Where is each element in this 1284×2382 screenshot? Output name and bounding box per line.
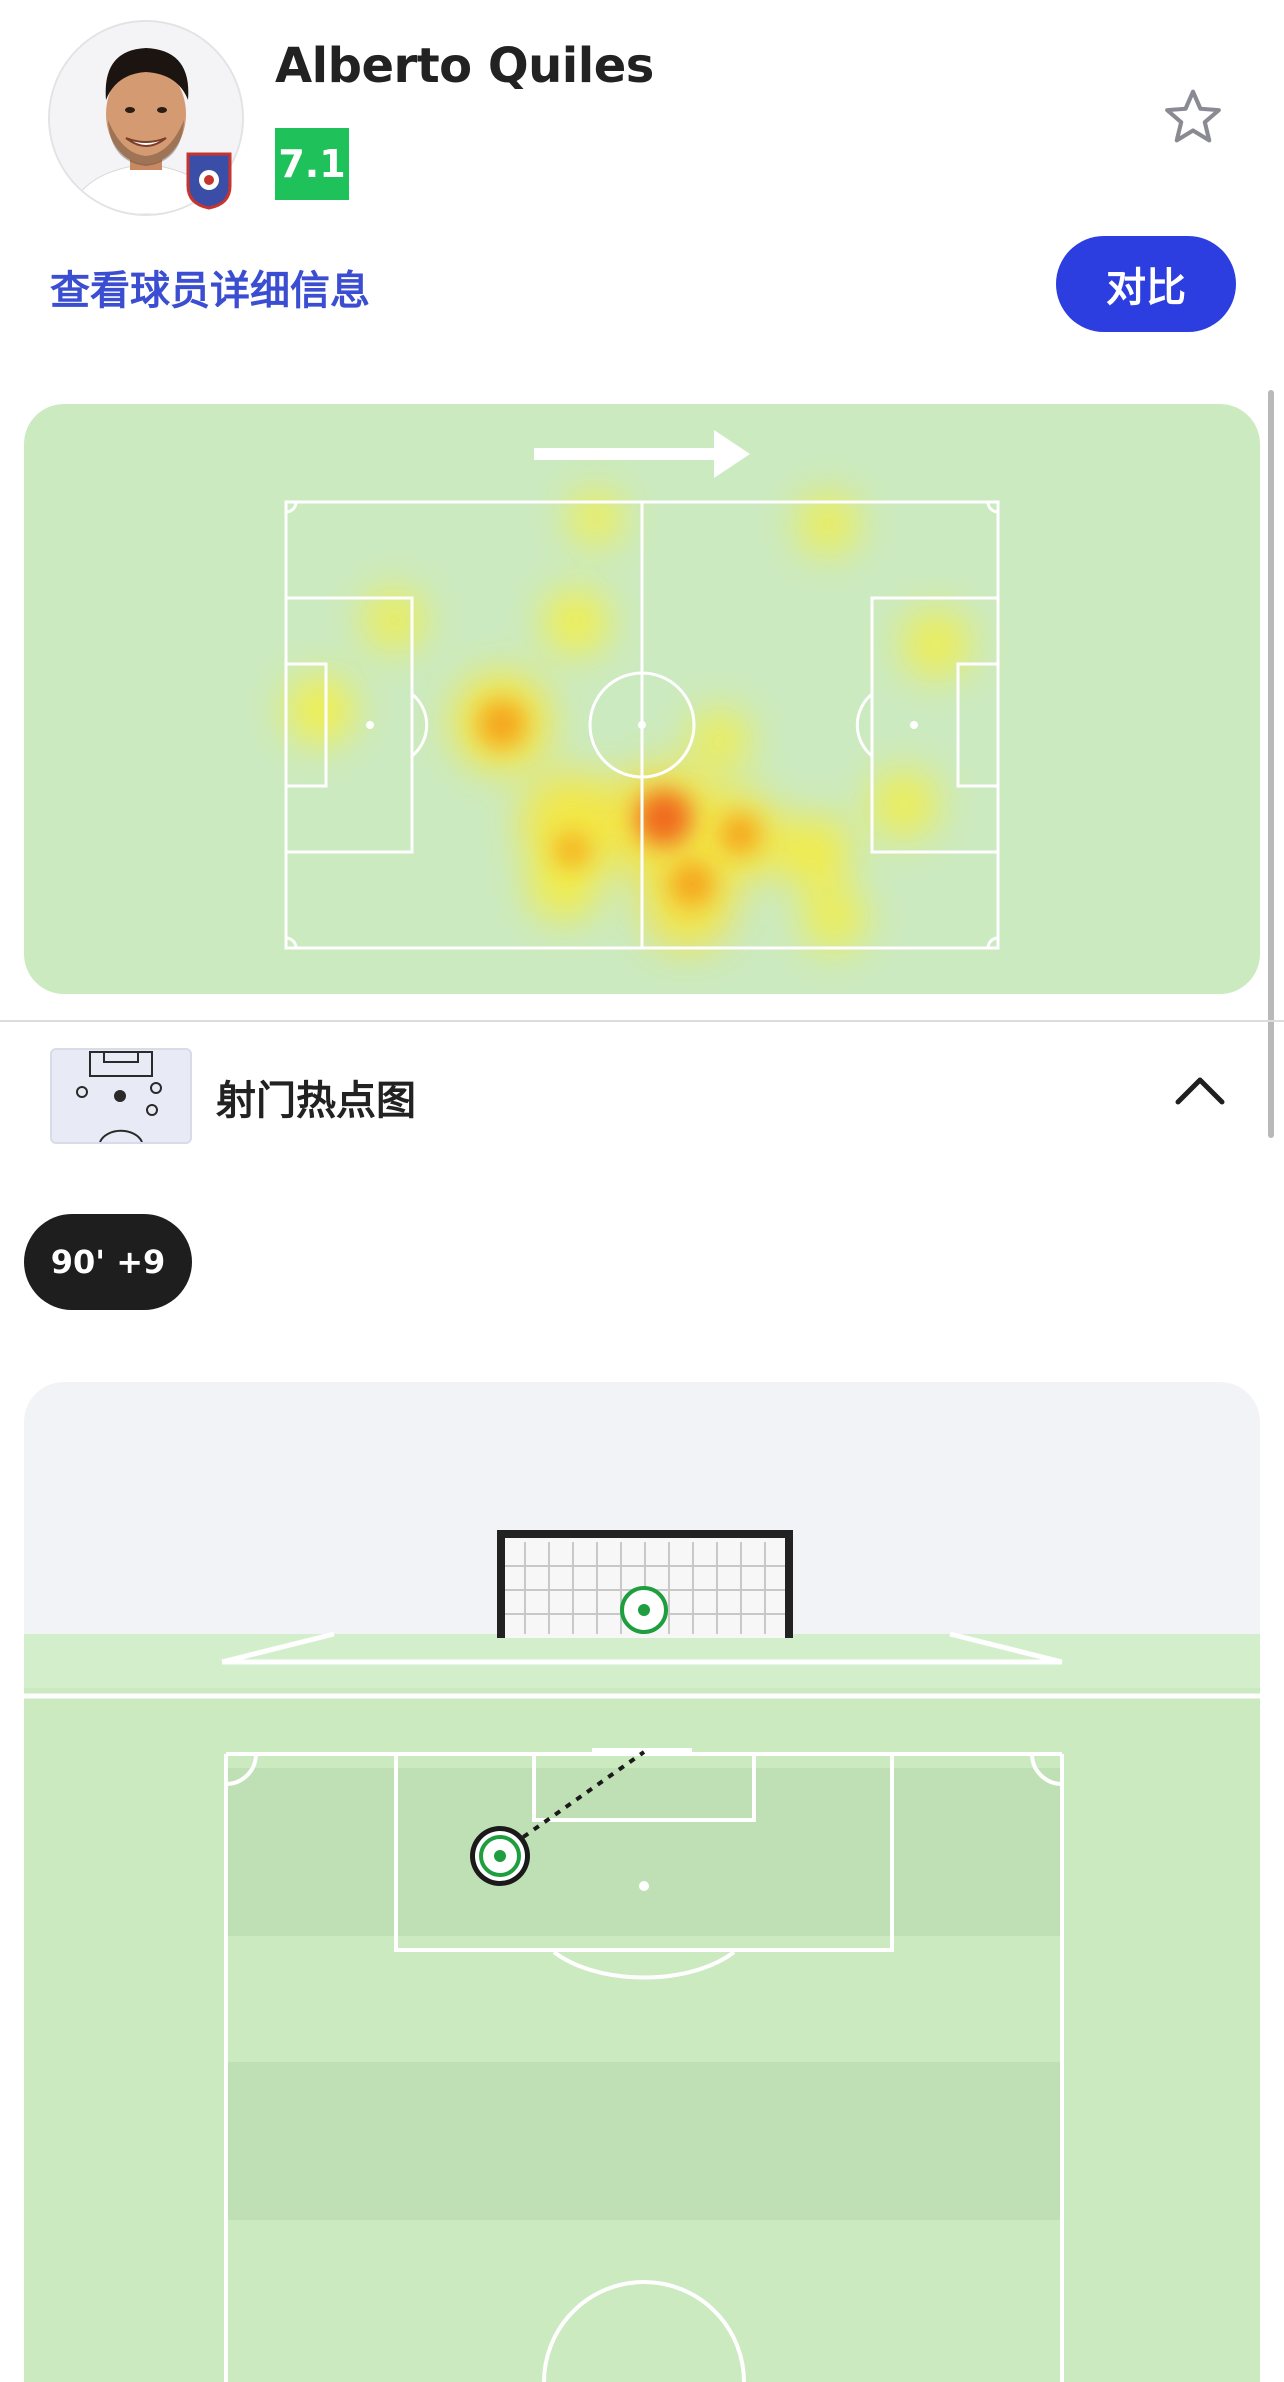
rating-badge: 7.1	[275, 128, 349, 200]
shot-goal-location-marker[interactable]	[620, 1586, 668, 1634]
favorite-star-icon[interactable]	[1160, 84, 1226, 150]
player-name: Alberto Quiles	[275, 38, 654, 94]
chevron-up-icon[interactable]	[1172, 1070, 1228, 1110]
shot-time-filter[interactable]: 90' +9	[24, 1214, 192, 1310]
compare-button[interactable]: 对比	[1056, 236, 1236, 332]
shot-map-title: 射门热点图	[216, 1078, 416, 1124]
team-badge-icon	[184, 150, 234, 210]
player-details-link[interactable]: 查看球员详细信息	[50, 258, 370, 316]
heatmap-blobs	[286, 492, 970, 950]
heatmap-card	[24, 404, 1260, 994]
scrollbar[interactable]	[1268, 390, 1274, 1138]
shot-map-card	[24, 1382, 1260, 2382]
section-divider	[0, 1020, 1284, 1022]
shot-map-thumbnail-icon	[50, 1048, 192, 1144]
shot-marker[interactable]	[470, 1826, 530, 1886]
attack-direction-arrow-icon	[534, 430, 750, 478]
